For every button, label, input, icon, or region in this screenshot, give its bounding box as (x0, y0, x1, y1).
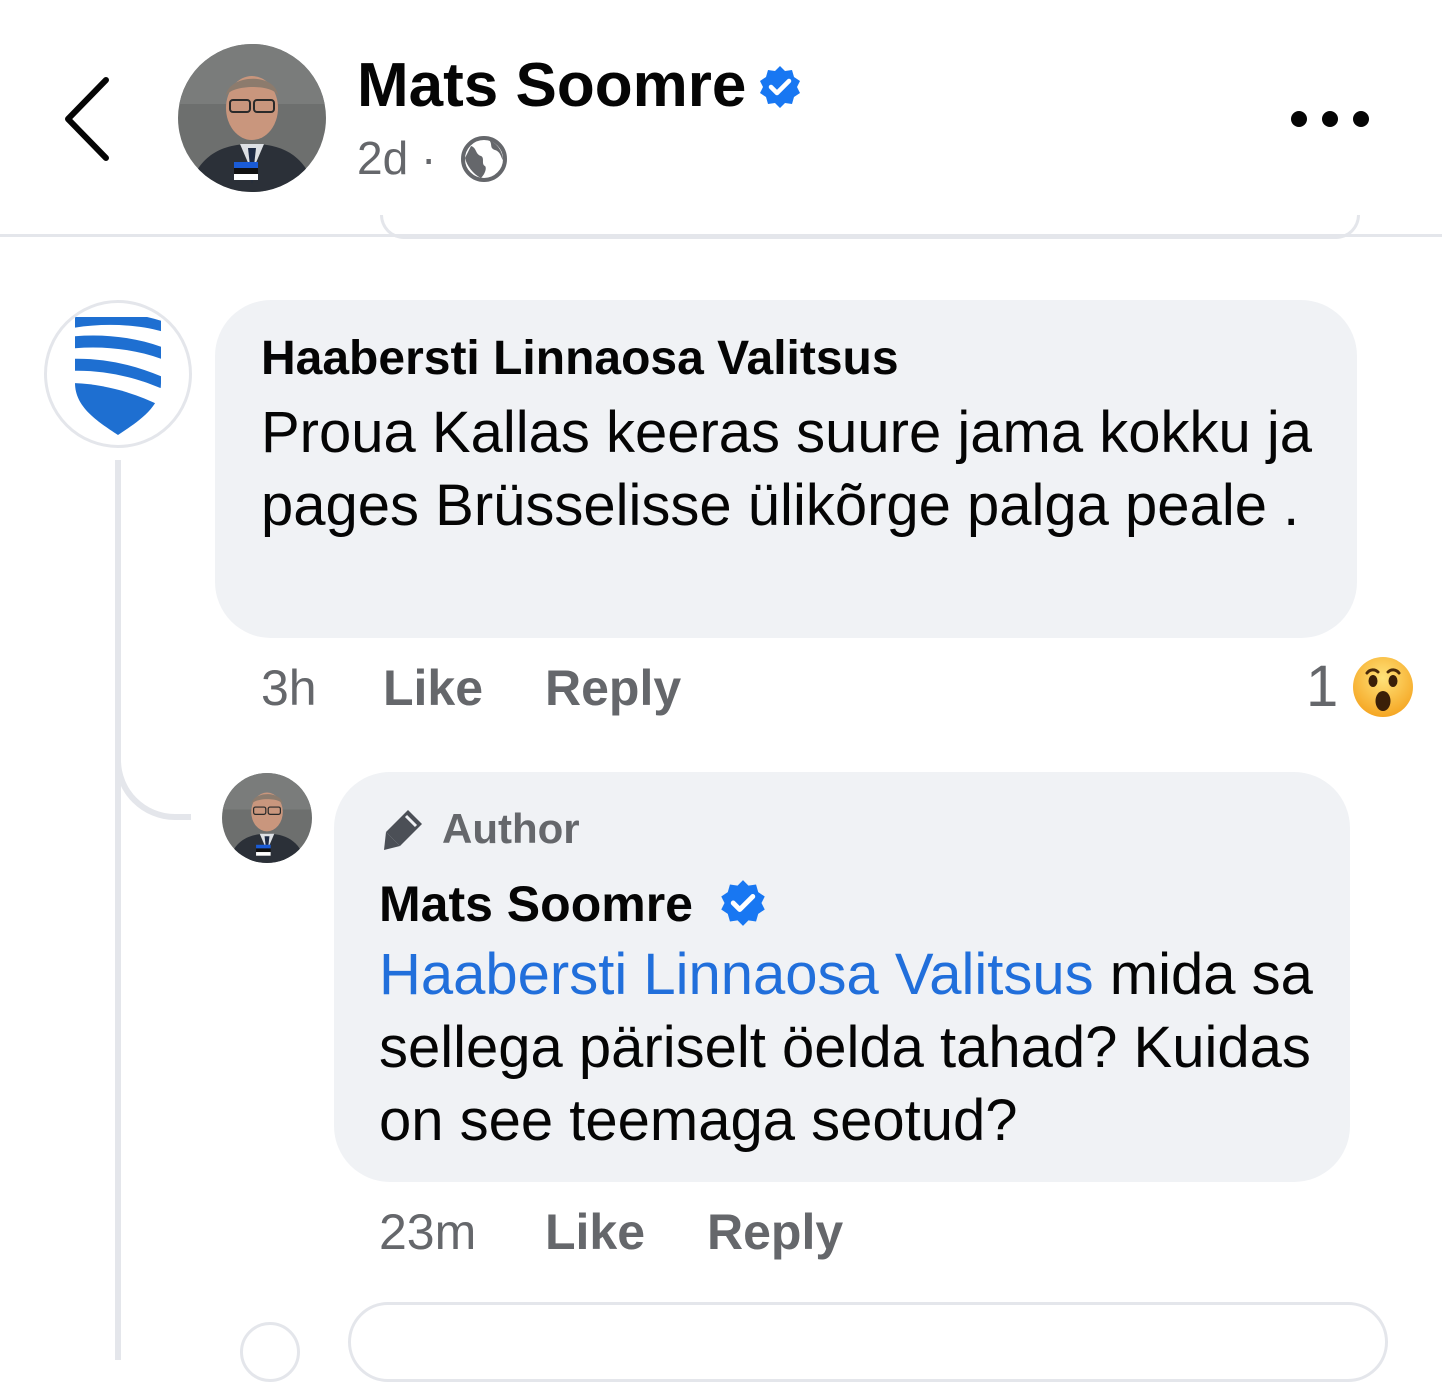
comment-author[interactable]: Haabersti Linnaosa Valitsus (261, 330, 899, 388)
globe-icon (459, 134, 509, 184)
next-comment-avatar (240, 1322, 300, 1382)
like-button[interactable]: Like (545, 1202, 707, 1262)
chevron-left-icon (65, 77, 109, 161)
header-divider (0, 234, 1442, 237)
reply-author-avatar[interactable] (222, 773, 312, 863)
reply-author[interactable]: Mats Soomre (379, 874, 693, 934)
person-photo (222, 773, 312, 863)
mention-link[interactable]: Haabersti Linnaosa Valitsus (379, 942, 1094, 1007)
verified-badge-icon (757, 64, 803, 110)
author-tag: Author (442, 805, 580, 852)
verified-badge-icon (718, 878, 768, 928)
back-button[interactable] (58, 74, 118, 164)
city-district-logo (75, 317, 161, 435)
reply-button[interactable]: Reply (545, 658, 681, 718)
more-options-button[interactable] (1290, 110, 1390, 128)
commenter-avatar[interactable] (44, 300, 192, 448)
reply-time: 23m (379, 1204, 477, 1260)
comment-time: 3h (261, 660, 317, 716)
pen-icon (378, 804, 428, 854)
reply-actions: 23m Like Reply (379, 1202, 843, 1262)
thread-connector (115, 690, 191, 820)
comment-actions: 3h Like Reply (261, 658, 681, 718)
post-time: 2d · (357, 132, 437, 184)
wow-emoji-icon[interactable] (1352, 656, 1414, 718)
like-button[interactable]: Like (383, 658, 545, 718)
person-photo (178, 44, 326, 192)
ellipsis-icon (1291, 111, 1369, 127)
next-comment-edge (348, 1302, 1388, 1382)
thread-line (115, 460, 121, 1360)
reply-button[interactable]: Reply (707, 1204, 843, 1260)
reply-text: Haabersti Linnaosa Valitsus mida sa sell… (379, 938, 1339, 1157)
reaction-count[interactable]: 1 (1306, 654, 1338, 720)
profile-name[interactable]: Mats Soomre (357, 50, 746, 122)
comment-text: Proua Kallas keeras suure jama kokku ja … (261, 400, 1312, 538)
profile-avatar[interactable] (178, 44, 326, 192)
